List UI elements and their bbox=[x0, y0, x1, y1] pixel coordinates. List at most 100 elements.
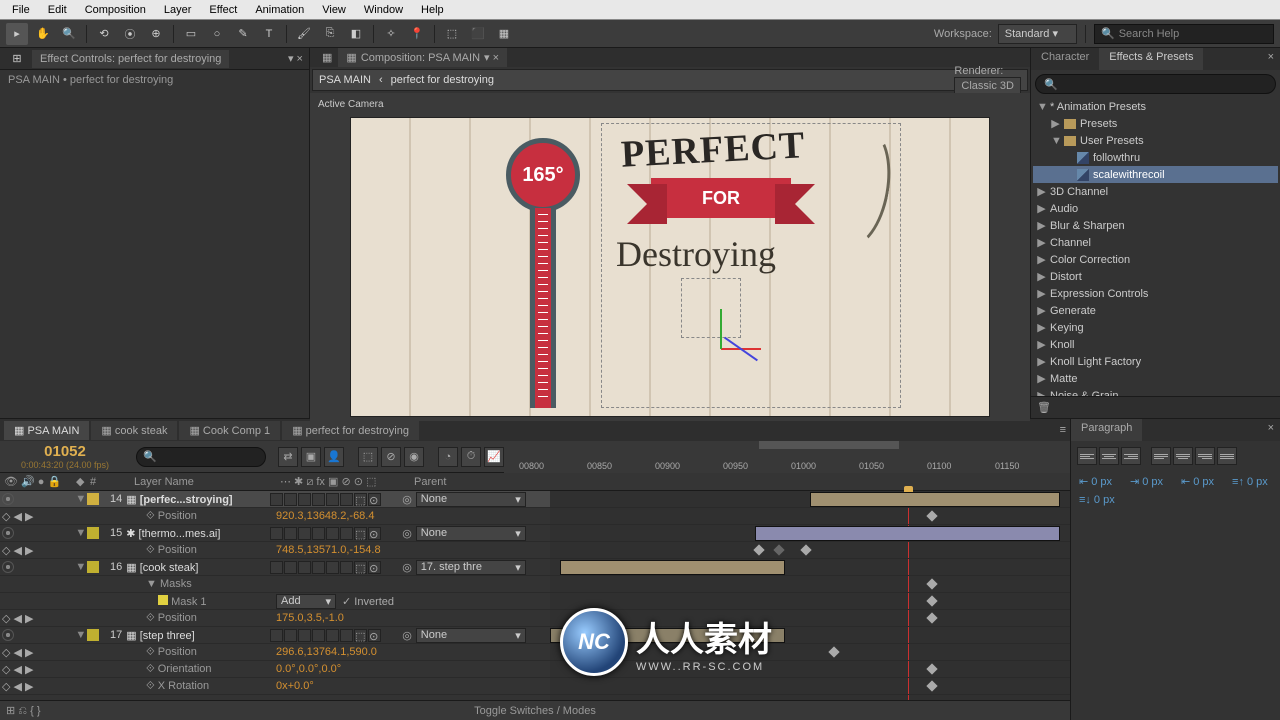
graph-editor-icon[interactable]: ⏱ bbox=[461, 447, 481, 467]
layer-row-15[interactable]: ▼ 15 ✱ [thermo...mes.ai] ⬚⊙ ◎None▾ bbox=[0, 525, 550, 542]
timeline-search[interactable]: 🔍 bbox=[136, 447, 266, 467]
comp-mini-flowchart-icon[interactable]: ⇄ bbox=[278, 447, 298, 467]
graph-editor-toggle-icon[interactable]: 📈 bbox=[484, 447, 504, 467]
space-before-field[interactable]: ≡↑ 0 px bbox=[1232, 475, 1268, 488]
prop-position-15[interactable]: ◇ ◀ ▶ ⟐ Position 748.5,13571.0,-154.8 bbox=[0, 542, 550, 559]
layer-row-16[interactable]: ▼ 16 ▦ [cook steak] ⬚⊙ ◎17. step thre▾ bbox=[0, 559, 550, 576]
menu-help[interactable]: Help bbox=[413, 2, 452, 18]
camera-tool-icon[interactable]: ⦿ bbox=[119, 23, 141, 45]
mask-mode-dropdown[interactable]: Add▾ bbox=[276, 594, 336, 609]
menu-window[interactable]: Window bbox=[356, 2, 411, 18]
cat-matte[interactable]: ▶Matte bbox=[1033, 370, 1278, 387]
text-tool-icon[interactable]: T bbox=[258, 23, 280, 45]
world-axis-icon[interactable]: ⬛ bbox=[467, 23, 489, 45]
ellipse-tool-icon[interactable]: ○ bbox=[206, 23, 228, 45]
brush-tool-icon[interactable]: 🖌 bbox=[293, 23, 315, 45]
pickwhip-icon[interactable]: ◎ bbox=[402, 493, 412, 506]
keyframe[interactable] bbox=[926, 510, 937, 521]
visibility-icon[interactable] bbox=[2, 493, 14, 505]
inner-box[interactable] bbox=[681, 278, 741, 338]
justify-last-left-icon[interactable] bbox=[1151, 447, 1171, 465]
space-after-field[interactable]: ≡↓ 0 px bbox=[1079, 494, 1115, 506]
breadcrumb-current[interactable]: perfect for destroying bbox=[391, 74, 494, 86]
align-left-icon[interactable] bbox=[1077, 447, 1097, 465]
cat-channel[interactable]: ▶Channel bbox=[1033, 234, 1278, 251]
cat-expression[interactable]: ▶Expression Controls bbox=[1033, 285, 1278, 302]
clone-tool-icon[interactable]: ⎘ bbox=[319, 23, 341, 45]
menu-animation[interactable]: Animation bbox=[247, 2, 312, 18]
layer-bar-14[interactable] bbox=[810, 492, 1060, 507]
tree-animation-presets[interactable]: ▼* Animation Presets bbox=[1033, 98, 1278, 115]
layer-panel-icon[interactable]: ▦ bbox=[316, 48, 338, 67]
composition-tab[interactable]: ▦ Composition: PSA MAIN ▾ × bbox=[338, 48, 507, 67]
masks-group[interactable]: ▼ Masks bbox=[0, 576, 550, 593]
track-area[interactable] bbox=[550, 491, 1070, 700]
auto-keyframe-icon[interactable]: ◔ bbox=[438, 447, 458, 467]
cat-noise-grain[interactable]: ▶Noise & Grain bbox=[1033, 387, 1278, 396]
cat-knoll[interactable]: ▶Knoll bbox=[1033, 336, 1278, 353]
canvas[interactable]: 165° PERFECT FOR Destroying bbox=[350, 117, 990, 417]
effect-controls-tab[interactable]: Effect Controls: perfect for destroying bbox=[32, 50, 229, 68]
layer-color-swatch[interactable] bbox=[87, 629, 99, 641]
brainstorm-icon[interactable]: ◉ bbox=[404, 447, 424, 467]
draft-3d-icon[interactable]: ▣ bbox=[301, 447, 321, 467]
local-axis-icon[interactable]: ⬚ bbox=[441, 23, 463, 45]
cat-color-correction[interactable]: ▶Color Correction bbox=[1033, 251, 1278, 268]
indent-left-field[interactable]: ⇤ 0 px bbox=[1079, 475, 1112, 488]
parent-dropdown[interactable]: 17. step thre▾ bbox=[416, 560, 526, 575]
roto-tool-icon[interactable]: ✧ bbox=[380, 23, 402, 45]
time-ruler[interactable]: 00800 00850 00900 00950 01000 01050 0110… bbox=[504, 441, 1070, 473]
toggle-switches-icon[interactable]: ⊞ ⎌ { } bbox=[6, 704, 41, 718]
parent-dropdown[interactable]: None▾ bbox=[416, 492, 526, 507]
menu-file[interactable]: File bbox=[4, 2, 38, 18]
preset-followthru[interactable]: followthru bbox=[1033, 149, 1278, 166]
menu-edit[interactable]: Edit bbox=[40, 2, 75, 18]
eraser-tool-icon[interactable]: ◧ bbox=[345, 23, 367, 45]
tab-paragraph[interactable]: Paragraph bbox=[1071, 419, 1142, 441]
rotate-tool-icon[interactable]: ⟲ bbox=[93, 23, 115, 45]
align-center-icon[interactable] bbox=[1099, 447, 1119, 465]
hide-shy-icon[interactable]: 👤 bbox=[324, 447, 344, 467]
preset-scalewithrecoil[interactable]: scalewithrecoil bbox=[1033, 166, 1278, 183]
tab-character[interactable]: Character bbox=[1031, 48, 1099, 70]
prop-position-17[interactable]: ◇ ◀ ▶ ⟐ Position 296.6,13764.1,590.0 bbox=[0, 644, 550, 661]
puppet-tool-icon[interactable]: 📍 bbox=[406, 23, 428, 45]
pan-behind-tool-icon[interactable]: ⊕ bbox=[145, 23, 167, 45]
layer-color-swatch[interactable] bbox=[87, 493, 99, 505]
menu-view[interactable]: View bbox=[314, 2, 354, 18]
tab-effects-presets[interactable]: Effects & Presets bbox=[1099, 48, 1203, 70]
prop-position-14[interactable]: ◇ ◀ ▶ ⟐ Position 920.3,13648.2,-68.4 bbox=[0, 508, 550, 525]
timeline-tab-psa-main[interactable]: ▦ PSA MAIN bbox=[4, 421, 89, 440]
cat-blur[interactable]: ▶Blur & Sharpen bbox=[1033, 217, 1278, 234]
parent-dropdown[interactable]: None▾ bbox=[416, 628, 526, 643]
work-area-bar[interactable] bbox=[759, 441, 899, 449]
tree-user-presets-folder[interactable]: ▼User Presets bbox=[1033, 132, 1278, 149]
timeline-tab-cook-comp[interactable]: ▦ Cook Comp 1 bbox=[179, 421, 280, 440]
cat-distort[interactable]: ▶Distort bbox=[1033, 268, 1278, 285]
pickwhip-icon[interactable]: ◎ bbox=[402, 629, 412, 642]
menu-effect[interactable]: Effect bbox=[201, 2, 245, 18]
motion-blur-icon[interactable]: ⊘ bbox=[381, 447, 401, 467]
layer-row-14[interactable]: ▼ 14 ▦ [perfec...stroying] ⬚⊙ ◎None▾ bbox=[0, 491, 550, 508]
mask-1[interactable]: Mask 1 Add▾ ✓ Inverted bbox=[0, 593, 550, 610]
tree-presets-folder[interactable]: ▶Presets bbox=[1033, 115, 1278, 132]
justify-last-right-icon[interactable] bbox=[1195, 447, 1215, 465]
zoom-tool-icon[interactable]: 🔍 bbox=[58, 23, 80, 45]
hand-tool-icon[interactable]: ✋ bbox=[32, 23, 54, 45]
cat-keying[interactable]: ▶Keying bbox=[1033, 319, 1278, 336]
breadcrumb-root[interactable]: PSA MAIN bbox=[319, 74, 371, 86]
layer-bar-17[interactable] bbox=[550, 628, 785, 643]
cat-generate[interactable]: ▶Generate bbox=[1033, 302, 1278, 319]
justify-last-center-icon[interactable] bbox=[1173, 447, 1193, 465]
align-right-icon[interactable] bbox=[1121, 447, 1141, 465]
prop-position-16[interactable]: ◇ ◀ ▶ ⟐ Position 175.0,3.5,-1.0 bbox=[0, 610, 550, 627]
timeline-tab-cook-steak[interactable]: ▦ cook steak bbox=[91, 421, 177, 440]
presets-search[interactable]: 🔍 bbox=[1035, 74, 1276, 94]
bounding-box[interactable] bbox=[601, 123, 901, 408]
pickwhip-icon[interactable]: ◎ bbox=[402, 527, 412, 540]
prop-xrotation-17[interactable]: ◇ ◀ ▶ ⟐ X Rotation 0x+0.0° bbox=[0, 678, 550, 695]
cat-3d-channel[interactable]: ▶3D Channel bbox=[1033, 183, 1278, 200]
layer-color-swatch[interactable] bbox=[87, 527, 99, 539]
project-icon[interactable]: ⊞ bbox=[6, 48, 28, 70]
toggle-switches-button[interactable]: Toggle Switches / Modes bbox=[474, 705, 596, 717]
